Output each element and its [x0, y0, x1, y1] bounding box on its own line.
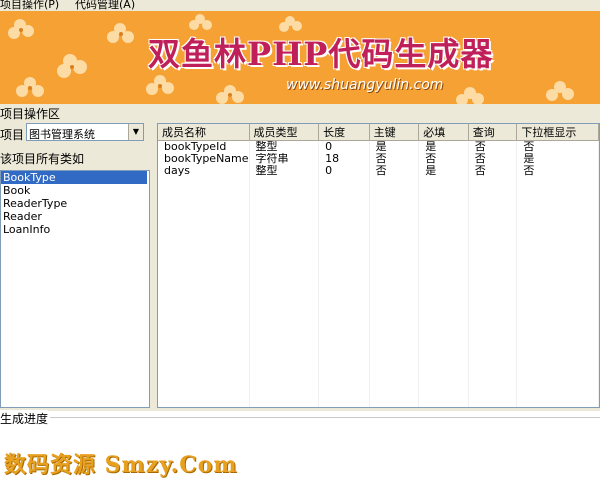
banner-url: www.shuangyulin.com: [286, 77, 444, 93]
column-header[interactable]: 成员名称: [158, 124, 250, 141]
table-cell[interactable]: 否: [516, 165, 599, 177]
table-cell[interactable]: 是: [516, 153, 599, 165]
menu-code-manage[interactable]: 代码管理(A): [75, 0, 135, 10]
table-cell[interactable]: days: [158, 165, 250, 177]
table-cell[interactable]: 否: [369, 165, 420, 177]
table-cell[interactable]: 18: [318, 153, 370, 165]
project-workarea: 项目操作区 项目 图书管理系统 ▼ 该项目所有类如 BookType Book …: [0, 104, 600, 411]
members-table: 成员名称 成员类型 长度 主键 必填 查询 下拉框显示 bookTypeId 整…: [158, 124, 599, 407]
project-select-value: 图书管理系统: [29, 128, 95, 141]
table-cell[interactable]: 否: [516, 140, 599, 153]
menu-project-ops[interactable]: 项目操作(P): [0, 0, 59, 10]
table-cell[interactable]: 否: [369, 153, 420, 165]
watermark: 数码资源 Smzy.Com: [4, 452, 238, 478]
table-cell[interactable]: 是: [418, 165, 469, 177]
table-cell[interactable]: 否: [468, 153, 518, 165]
chevron-down-icon[interactable]: ▼: [128, 124, 143, 140]
table-filler: [158, 177, 599, 407]
column-header[interactable]: 下拉框显示: [516, 124, 599, 141]
class-list[interactable]: BookType Book ReaderType Reader LoanInfo: [0, 170, 150, 408]
members-grid[interactable]: 成员名称 成员类型 长度 主键 必填 查询 下拉框显示 bookTypeId 整…: [157, 123, 600, 408]
progress-divider: [50, 417, 600, 418]
table-cell[interactable]: 整型: [249, 140, 320, 153]
list-item[interactable]: ReaderType: [1, 197, 149, 210]
table-cell[interactable]: bookTypeId: [158, 140, 250, 153]
table-cell[interactable]: 否: [418, 153, 469, 165]
table-cell[interactable]: 否: [468, 140, 518, 153]
column-header[interactable]: 必填: [418, 124, 469, 141]
table-row[interactable]: days 整型 0 否 是 否 否: [158, 165, 599, 177]
column-header[interactable]: 查询: [468, 124, 518, 141]
table-cell[interactable]: 0: [318, 140, 370, 153]
progress-label: 生成进度: [0, 410, 49, 427]
table-cell[interactable]: 否: [468, 165, 518, 177]
table-row[interactable]: bookTypeName 字符串 18 否 否 否 是: [158, 153, 599, 165]
classes-label: 该项目所有类如: [0, 152, 85, 166]
table-cell[interactable]: bookTypeName: [158, 153, 250, 165]
column-header[interactable]: 主键: [369, 124, 420, 141]
list-item[interactable]: LoanInfo: [1, 223, 149, 236]
list-item[interactable]: BookType: [1, 171, 147, 184]
project-label: 项目: [0, 128, 25, 142]
table-row[interactable]: bookTypeId 整型 0 是 是 否 否: [158, 140, 599, 153]
banner-title: 双鱼林PHP代码生成器: [148, 35, 494, 73]
table-cell[interactable]: 0: [318, 165, 370, 177]
table-cell[interactable]: 整型: [249, 165, 320, 177]
menu-bar: 项目操作(P) 代码管理(A): [0, 0, 600, 11]
list-item[interactable]: Book: [1, 184, 149, 197]
table-header-row: 成员名称 成员类型 长度 主键 必填 查询 下拉框显示: [158, 124, 599, 141]
section-label: 项目操作区: [0, 107, 61, 121]
column-header[interactable]: 成员类型: [249, 124, 320, 141]
column-header[interactable]: 长度: [318, 124, 370, 141]
project-select[interactable]: 图书管理系统 ▼: [26, 123, 144, 141]
table-cell[interactable]: 是: [369, 140, 420, 153]
list-item[interactable]: Reader: [1, 210, 149, 223]
banner: 双鱼林PHP代码生成器 www.shuangyulin.com: [0, 11, 600, 104]
table-cell[interactable]: 字符串: [249, 153, 320, 165]
table-cell[interactable]: 是: [418, 140, 469, 153]
